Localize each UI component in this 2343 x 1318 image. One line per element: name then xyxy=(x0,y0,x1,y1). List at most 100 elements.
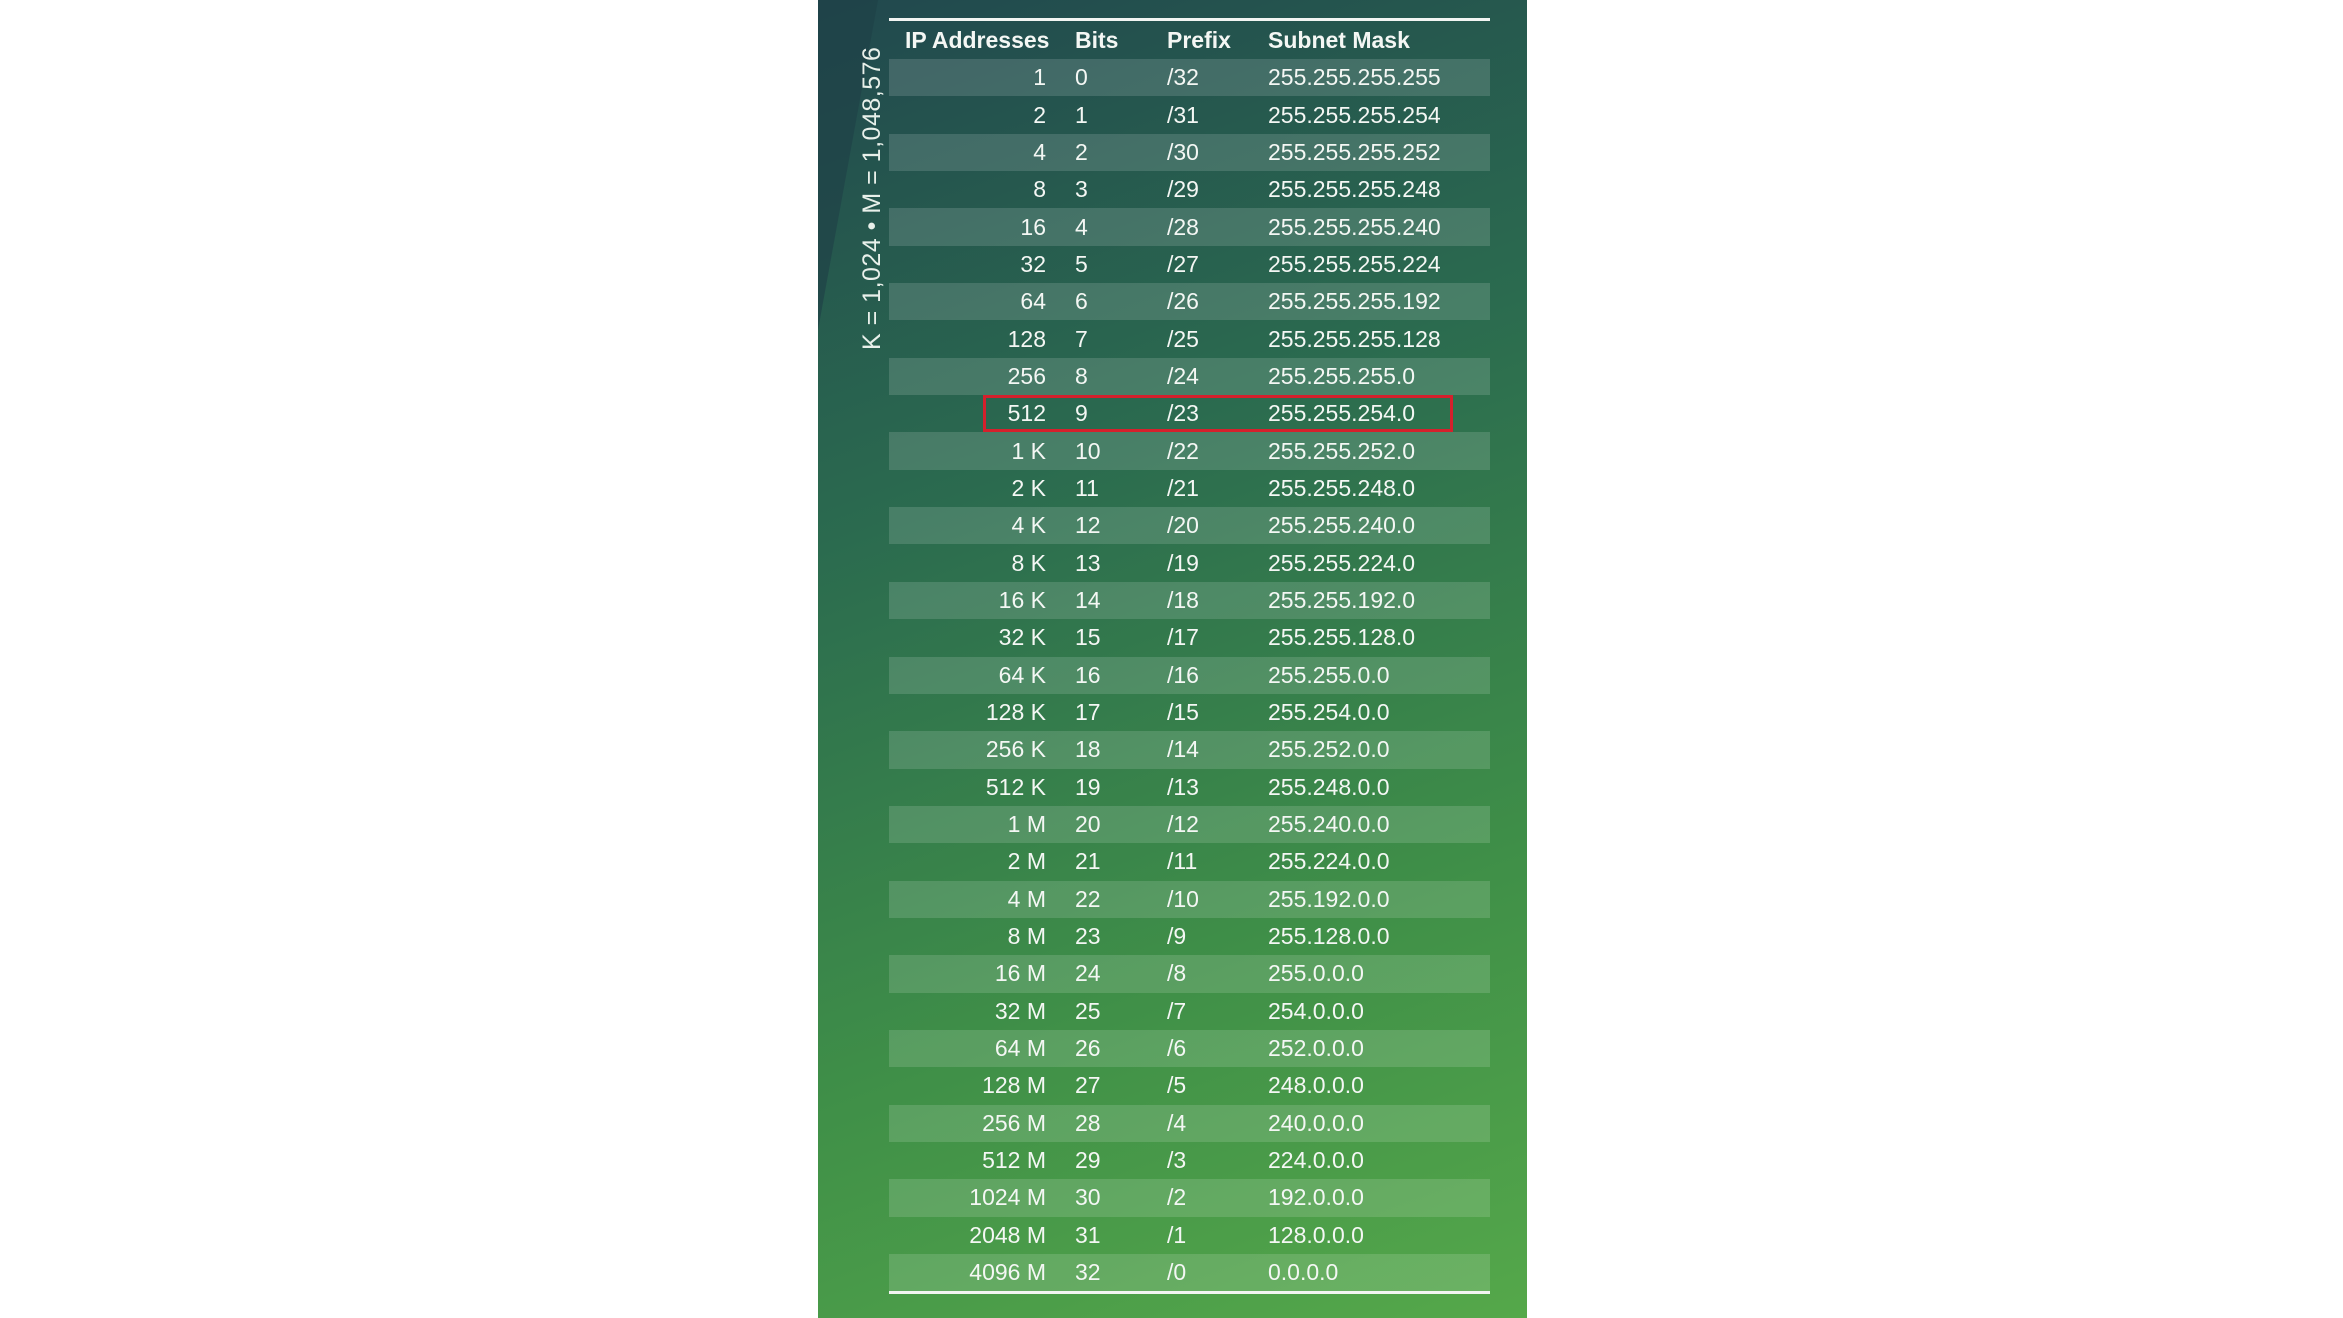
table-row: 256 M 28/4 240.0.0.0 xyxy=(889,1104,1490,1142)
cell-bits: 25 xyxy=(1075,997,1101,1024)
cell-subnet-mask: 255.254.0.0 xyxy=(1268,699,1390,726)
cell-prefix: /3 xyxy=(1167,1147,1187,1174)
cell-bits: 11 xyxy=(1075,474,1099,501)
table-row: 64 M 26/6 252.0.0.0 xyxy=(889,1029,1490,1068)
cell-ip-addresses: 1024 M xyxy=(969,1184,1046,1211)
cell-prefix: /25 xyxy=(1167,325,1199,352)
table-row: 32 K 15/17 255.255.128.0 xyxy=(889,619,1490,656)
table-row: 512 M 29/3 224.0.0.0 xyxy=(889,1142,1490,1179)
cell-subnet-mask: 255.255.255.0 xyxy=(1268,362,1416,389)
cell-prefix: /6 xyxy=(1167,1035,1187,1062)
table-row: 16 4/28 255.255.255.240 xyxy=(889,208,1490,246)
cell-subnet-mask: 192.0.0.0 xyxy=(1268,1184,1364,1211)
cell-ip-addresses: 64 K xyxy=(998,661,1046,688)
cell-bits: 1 xyxy=(1075,101,1088,128)
cell-prefix: /23 xyxy=(1167,400,1199,427)
cell-bits: 15 xyxy=(1075,624,1101,651)
cell-ip-addresses: 4096 M xyxy=(969,1259,1046,1286)
cell-bits: 8 xyxy=(1075,362,1088,389)
cell-ip-addresses: 8 M xyxy=(1007,923,1046,950)
cell-bits: 22 xyxy=(1075,885,1101,912)
cell-ip-addresses: 16 K xyxy=(998,586,1046,613)
cell-bits: 31 xyxy=(1075,1221,1101,1248)
cell-ip-addresses: 2 xyxy=(1033,101,1046,128)
cell-subnet-mask: 255.255.255.128 xyxy=(1268,325,1441,352)
header-prefix: Prefix xyxy=(1167,26,1231,53)
cell-subnet-mask: 255.255.252.0 xyxy=(1268,437,1416,464)
cell-ip-addresses: 128 K xyxy=(985,699,1046,726)
cell-subnet-mask: 255.255.254.0 xyxy=(1268,400,1416,427)
cell-subnet-mask: 255.128.0.0 xyxy=(1268,923,1390,950)
cell-prefix: /13 xyxy=(1167,773,1199,800)
cell-subnet-mask: 255.255.248.0 xyxy=(1268,474,1416,501)
cell-ip-addresses: 8 K xyxy=(1011,549,1046,576)
table-header-row: IP Addresses Bits Prefix Subnet Mask xyxy=(889,21,1490,59)
cell-bits: 19 xyxy=(1075,773,1101,800)
cell-subnet-mask: 240.0.0.0 xyxy=(1268,1109,1364,1136)
cell-bits: 5 xyxy=(1075,250,1088,277)
cell-bits: 23 xyxy=(1075,923,1101,950)
table-row: 4 M 22/10 255.192.0.0 xyxy=(889,880,1490,918)
cell-bits: 12 xyxy=(1075,512,1101,539)
cell-bits: 10 xyxy=(1075,437,1101,464)
cell-prefix: /5 xyxy=(1167,1072,1187,1099)
cell-bits: 24 xyxy=(1075,960,1101,987)
cell-prefix: /16 xyxy=(1167,661,1199,688)
cell-subnet-mask: 255.0.0.0 xyxy=(1268,960,1364,987)
cell-subnet-mask: 255.248.0.0 xyxy=(1268,773,1390,800)
cell-ip-addresses: 512 M xyxy=(982,1147,1046,1174)
table-row: 16 M 24/8 255.0.0.0 xyxy=(889,955,1490,993)
cell-ip-addresses: 1 M xyxy=(1007,811,1046,838)
cell-prefix: /7 xyxy=(1167,997,1187,1024)
cell-bits: 16 xyxy=(1075,661,1101,688)
cell-prefix: /22 xyxy=(1167,437,1199,464)
table-row: 128 7/25 255.255.255.128 xyxy=(889,320,1490,357)
cell-ip-addresses: 1 xyxy=(1033,64,1046,91)
cell-subnet-mask: 255.255.255.252 xyxy=(1268,138,1441,165)
cell-ip-addresses: 4 K xyxy=(1011,512,1046,539)
cell-ip-addresses: 64 xyxy=(1020,288,1046,315)
cell-ip-addresses: 2 K xyxy=(1011,474,1046,501)
table-row: 4 2/30 255.255.255.252 xyxy=(889,133,1490,172)
cell-ip-addresses: 8 xyxy=(1033,176,1046,203)
cell-prefix: /27 xyxy=(1167,250,1199,277)
cell-subnet-mask: 255.255.240.0 xyxy=(1268,512,1416,539)
cell-subnet-mask: 255.240.0.0 xyxy=(1268,811,1390,838)
table-row: 128 K 17/15 255.254.0.0 xyxy=(889,694,1490,731)
cell-prefix: /8 xyxy=(1167,960,1187,987)
table-row: 512 K 19/13 255.248.0.0 xyxy=(889,769,1490,806)
cell-subnet-mask: 255.192.0.0 xyxy=(1268,885,1390,912)
cell-prefix: /4 xyxy=(1167,1109,1187,1136)
cell-prefix: /28 xyxy=(1167,213,1199,240)
cell-prefix: /2 xyxy=(1167,1184,1187,1211)
cell-ip-addresses: 16 xyxy=(1020,213,1046,240)
cell-ip-addresses: 32 K xyxy=(998,624,1046,651)
cell-ip-addresses: 4 xyxy=(1033,138,1046,165)
cell-ip-addresses: 4 M xyxy=(1007,885,1046,912)
cell-bits: 28 xyxy=(1075,1109,1101,1136)
cell-subnet-mask: 254.0.0.0 xyxy=(1268,997,1364,1024)
cell-bits: 30 xyxy=(1075,1184,1101,1211)
table-row: 1024 M 30/2 192.0.0.0 xyxy=(889,1179,1490,1217)
cell-subnet-mask: 255.255.255.240 xyxy=(1268,213,1441,240)
cell-ip-addresses: 256 M xyxy=(982,1109,1046,1136)
cell-prefix: /21 xyxy=(1167,474,1199,501)
cell-prefix: /31 xyxy=(1167,101,1199,128)
cell-prefix: /9 xyxy=(1167,923,1187,950)
cell-subnet-mask: 255.255.255.192 xyxy=(1268,288,1441,315)
cell-prefix: /30 xyxy=(1167,138,1199,165)
cell-subnet-mask: 255.224.0.0 xyxy=(1268,848,1390,875)
cell-prefix: /19 xyxy=(1167,549,1199,576)
cell-ip-addresses: 512 K xyxy=(985,773,1046,800)
table-row: 1 M 20/12 255.240.0.0 xyxy=(889,805,1490,844)
cell-ip-addresses: 16 M xyxy=(994,960,1046,987)
cell-ip-addresses: 32 M xyxy=(994,997,1046,1024)
cell-bits: 0 xyxy=(1075,64,1088,91)
cell-subnet-mask: 255.255.192.0 xyxy=(1268,586,1416,613)
table-row: 4096 M 32/0 0.0.0.0 xyxy=(889,1254,1490,1292)
cell-bits: 9 xyxy=(1075,400,1088,427)
header-subnet-mask: Subnet Mask xyxy=(1268,26,1410,53)
cell-ip-addresses: 1 K xyxy=(1011,437,1046,464)
cell-ip-addresses: 128 xyxy=(1007,325,1046,352)
cell-bits: 21 xyxy=(1075,848,1101,875)
